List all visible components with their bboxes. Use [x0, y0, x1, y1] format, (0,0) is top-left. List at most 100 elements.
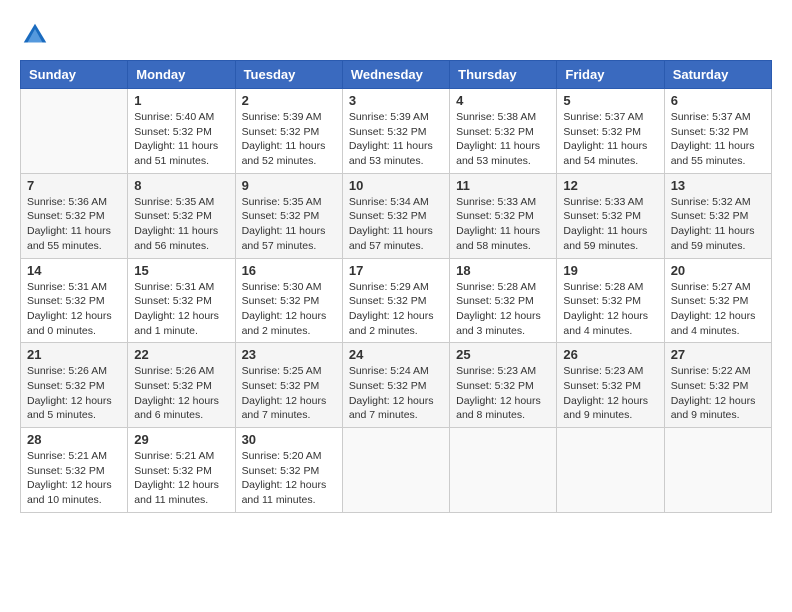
day-number: 12 [563, 178, 657, 193]
calendar-cell: 26 Sunrise: 5:23 AMSunset: 5:32 PMDayligh… [557, 343, 664, 428]
weekday-header-saturday: Saturday [664, 61, 771, 89]
calendar-cell: 7 Sunrise: 5:36 AMSunset: 5:32 PMDaylight… [21, 173, 128, 258]
day-number: 7 [27, 178, 121, 193]
calendar-cell [21, 89, 128, 174]
day-info: Sunrise: 5:36 AMSunset: 5:32 PMDaylight:… [27, 195, 121, 254]
calendar-cell: 16 Sunrise: 5:30 AMSunset: 5:32 PMDayligh… [235, 258, 342, 343]
day-info: Sunrise: 5:35 AMSunset: 5:32 PMDaylight:… [134, 195, 228, 254]
day-number: 29 [134, 432, 228, 447]
day-number: 18 [456, 263, 550, 278]
day-number: 26 [563, 347, 657, 362]
day-number: 3 [349, 93, 443, 108]
day-info: Sunrise: 5:28 AMSunset: 5:32 PMDaylight:… [456, 280, 550, 339]
calendar-cell: 25 Sunrise: 5:23 AMSunset: 5:32 PMDayligh… [450, 343, 557, 428]
day-info: Sunrise: 5:23 AMSunset: 5:32 PMDaylight:… [456, 364, 550, 423]
day-number: 2 [242, 93, 336, 108]
calendar-cell: 4 Sunrise: 5:38 AMSunset: 5:32 PMDaylight… [450, 89, 557, 174]
calendar-cell: 20 Sunrise: 5:27 AMSunset: 5:32 PMDayligh… [664, 258, 771, 343]
day-info: Sunrise: 5:37 AMSunset: 5:32 PMDaylight:… [671, 110, 765, 169]
day-info: Sunrise: 5:40 AMSunset: 5:32 PMDaylight:… [134, 110, 228, 169]
calendar-cell: 30 Sunrise: 5:20 AMSunset: 5:32 PMDayligh… [235, 428, 342, 513]
weekday-header-wednesday: Wednesday [342, 61, 449, 89]
weekday-header-sunday: Sunday [21, 61, 128, 89]
week-row-4: 21 Sunrise: 5:26 AMSunset: 5:32 PMDayligh… [21, 343, 772, 428]
day-number: 30 [242, 432, 336, 447]
weekday-header-thursday: Thursday [450, 61, 557, 89]
day-info: Sunrise: 5:39 AMSunset: 5:32 PMDaylight:… [242, 110, 336, 169]
day-info: Sunrise: 5:35 AMSunset: 5:32 PMDaylight:… [242, 195, 336, 254]
week-row-5: 28 Sunrise: 5:21 AMSunset: 5:32 PMDayligh… [21, 428, 772, 513]
calendar-cell: 24Sunrise: 5:24 AMSunset: 5:32 PMDayligh… [342, 343, 449, 428]
day-number: 24 [349, 347, 443, 362]
day-info: Sunrise: 5:33 AMSunset: 5:32 PMDaylight:… [563, 195, 657, 254]
day-info: Sunrise: 5:31 AMSunset: 5:32 PMDaylight:… [27, 280, 121, 339]
day-number: 14 [27, 263, 121, 278]
day-info: Sunrise: 5:30 AMSunset: 5:32 PMDaylight:… [242, 280, 336, 339]
day-number: 4 [456, 93, 550, 108]
day-info: Sunrise: 5:28 AMSunset: 5:32 PMDaylight:… [563, 280, 657, 339]
day-info: Sunrise: 5:26 AMSunset: 5:32 PMDaylight:… [134, 364, 228, 423]
day-info: Sunrise: 5:22 AMSunset: 5:32 PMDaylight:… [671, 364, 765, 423]
weekday-header-monday: Monday [128, 61, 235, 89]
day-number: 10 [349, 178, 443, 193]
page-header [20, 20, 772, 50]
calendar-cell [342, 428, 449, 513]
day-number: 9 [242, 178, 336, 193]
calendar-cell: 10 Sunrise: 5:34 AMSunset: 5:32 PMDayligh… [342, 173, 449, 258]
day-number: 5 [563, 93, 657, 108]
day-number: 28 [27, 432, 121, 447]
day-number: 20 [671, 263, 765, 278]
day-info: Sunrise: 5:37 AMSunset: 5:32 PMDaylight:… [563, 110, 657, 169]
calendar-cell: 15Sunrise: 5:31 AMSunset: 5:32 PMDayligh… [128, 258, 235, 343]
calendar-cell: 17Sunrise: 5:29 AMSunset: 5:32 PMDayligh… [342, 258, 449, 343]
day-info: Sunrise: 5:38 AMSunset: 5:32 PMDaylight:… [456, 110, 550, 169]
calendar-cell: 29 Sunrise: 5:21 AMSunset: 5:32 PMDayligh… [128, 428, 235, 513]
day-number: 11 [456, 178, 550, 193]
calendar-cell: 5 Sunrise: 5:37 AMSunset: 5:32 PMDaylight… [557, 89, 664, 174]
week-row-3: 14 Sunrise: 5:31 AMSunset: 5:32 PMDayligh… [21, 258, 772, 343]
logo [20, 20, 54, 50]
week-row-2: 7 Sunrise: 5:36 AMSunset: 5:32 PMDaylight… [21, 173, 772, 258]
logo-icon [20, 20, 50, 50]
day-info: Sunrise: 5:26 AMSunset: 5:32 PMDaylight:… [27, 364, 121, 423]
day-number: 6 [671, 93, 765, 108]
calendar-table: SundayMondayTuesdayWednesdayThursdayFrid… [20, 60, 772, 513]
calendar-cell: 22Sunrise: 5:26 AMSunset: 5:32 PMDayligh… [128, 343, 235, 428]
calendar-cell: 23Sunrise: 5:25 AMSunset: 5:32 PMDayligh… [235, 343, 342, 428]
calendar-cell [450, 428, 557, 513]
day-info: Sunrise: 5:27 AMSunset: 5:32 PMDaylight:… [671, 280, 765, 339]
day-info: Sunrise: 5:20 AMSunset: 5:32 PMDaylight:… [242, 449, 336, 508]
day-number: 16 [242, 263, 336, 278]
calendar-cell: 27 Sunrise: 5:22 AMSunset: 5:32 PMDayligh… [664, 343, 771, 428]
calendar-cell: 3Sunrise: 5:39 AMSunset: 5:32 PMDaylight… [342, 89, 449, 174]
day-info: Sunrise: 5:33 AMSunset: 5:32 PMDaylight:… [456, 195, 550, 254]
calendar-cell: 2 Sunrise: 5:39 AMSunset: 5:32 PMDaylight… [235, 89, 342, 174]
day-number: 25 [456, 347, 550, 362]
calendar-cell: 18 Sunrise: 5:28 AMSunset: 5:32 PMDayligh… [450, 258, 557, 343]
day-number: 27 [671, 347, 765, 362]
calendar-cell: 9 Sunrise: 5:35 AMSunset: 5:32 PMDaylight… [235, 173, 342, 258]
day-number: 21 [27, 347, 121, 362]
day-number: 15 [134, 263, 228, 278]
calendar-cell: 21 Sunrise: 5:26 AMSunset: 5:32 PMDayligh… [21, 343, 128, 428]
calendar-cell: 8 Sunrise: 5:35 AMSunset: 5:32 PMDaylight… [128, 173, 235, 258]
day-number: 17 [349, 263, 443, 278]
day-info: Sunrise: 5:34 AMSunset: 5:32 PMDaylight:… [349, 195, 443, 254]
day-number: 8 [134, 178, 228, 193]
calendar-cell: 13Sunrise: 5:32 AMSunset: 5:32 PMDayligh… [664, 173, 771, 258]
calendar-cell: 1 Sunrise: 5:40 AMSunset: 5:32 PMDaylight… [128, 89, 235, 174]
calendar-cell: 14 Sunrise: 5:31 AMSunset: 5:32 PMDayligh… [21, 258, 128, 343]
day-info: Sunrise: 5:21 AMSunset: 5:32 PMDaylight:… [134, 449, 228, 508]
week-row-1: 1 Sunrise: 5:40 AMSunset: 5:32 PMDaylight… [21, 89, 772, 174]
calendar-cell: 12 Sunrise: 5:33 AMSunset: 5:32 PMDayligh… [557, 173, 664, 258]
calendar-cell: 19 Sunrise: 5:28 AMSunset: 5:32 PMDayligh… [557, 258, 664, 343]
day-number: 19 [563, 263, 657, 278]
day-info: Sunrise: 5:23 AMSunset: 5:32 PMDaylight:… [563, 364, 657, 423]
weekday-header-row: SundayMondayTuesdayWednesdayThursdayFrid… [21, 61, 772, 89]
weekday-header-tuesday: Tuesday [235, 61, 342, 89]
day-info: Sunrise: 5:25 AMSunset: 5:32 PMDaylight:… [242, 364, 336, 423]
calendar-cell: 6 Sunrise: 5:37 AMSunset: 5:32 PMDaylight… [664, 89, 771, 174]
day-number: 1 [134, 93, 228, 108]
calendar-cell [557, 428, 664, 513]
calendar-cell: 28Sunrise: 5:21 AMSunset: 5:32 PMDayligh… [21, 428, 128, 513]
